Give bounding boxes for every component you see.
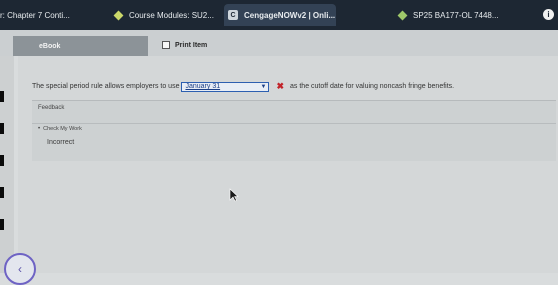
mouse-cursor-icon — [229, 188, 239, 202]
tab-label: SP25 BA177-OL 7448... — [413, 10, 499, 20]
browser-tab-course-modules[interactable]: Course Modules: SU2... — [113, 4, 214, 26]
progress-marker — [0, 91, 4, 102]
incorrect-x-icon: ✖ — [276, 81, 285, 91]
feedback-heading: Feedback — [38, 105, 65, 111]
progress-marker — [0, 187, 4, 198]
check-my-work-label: Check My Work — [43, 126, 82, 132]
ebook-button[interactable]: eBook — [13, 36, 148, 56]
left-progress-strip — [0, 56, 14, 273]
info-icon[interactable]: i — [543, 9, 554, 20]
feedback-result: Incorrect — [47, 139, 75, 146]
tab-label: r: Chapter 7 Conti... — [0, 10, 70, 20]
question-text-before: The special period rule allows employers… — [32, 83, 180, 90]
tab-label: Course Modules: SU2... — [129, 10, 214, 20]
print-icon — [162, 41, 170, 49]
previous-button[interactable]: ‹ — [4, 253, 36, 285]
divider — [32, 123, 556, 124]
tab-label: CengageNOWv2 | Onli... — [244, 10, 336, 20]
answer-dropdown-value: January 31 — [185, 83, 221, 90]
feedback-box: Feedback • Check My Work Incorrect — [32, 100, 556, 161]
diamond-icon — [397, 10, 407, 20]
assignment-toolbar: eBook Print Item — [0, 30, 558, 56]
print-item-button[interactable]: Print Item — [162, 39, 207, 51]
chevron-down-icon: ▼ — [260, 83, 267, 90]
answer-dropdown[interactable]: January 31 ▼ — [181, 81, 270, 92]
check-my-work-item: • Check My Work — [38, 126, 82, 132]
browser-tab-chapter[interactable]: r: Chapter 7 Conti... — [0, 4, 70, 26]
chevron-left-icon: ‹ — [18, 262, 22, 276]
question-sentence: The special period rule allows employers… — [32, 81, 454, 92]
c-icon: C — [228, 10, 238, 20]
question-text-after: as the cutoff date for valuing noncash f… — [290, 83, 455, 90]
progress-marker — [0, 219, 4, 230]
bullet-icon: • — [38, 126, 41, 132]
browser-tab-strip: r: Chapter 7 Conti... Course Modules: SU… — [0, 0, 558, 30]
browser-tab-cengagenow[interactable]: C CengageNOWv2 | Onli... — [224, 4, 336, 26]
browser-tab-sp25[interactable]: SP25 BA177-OL 7448... — [397, 4, 499, 26]
print-item-label: Print Item — [175, 41, 208, 49]
progress-marker — [0, 155, 4, 166]
diamond-icon — [113, 10, 123, 20]
progress-marker — [0, 123, 4, 134]
